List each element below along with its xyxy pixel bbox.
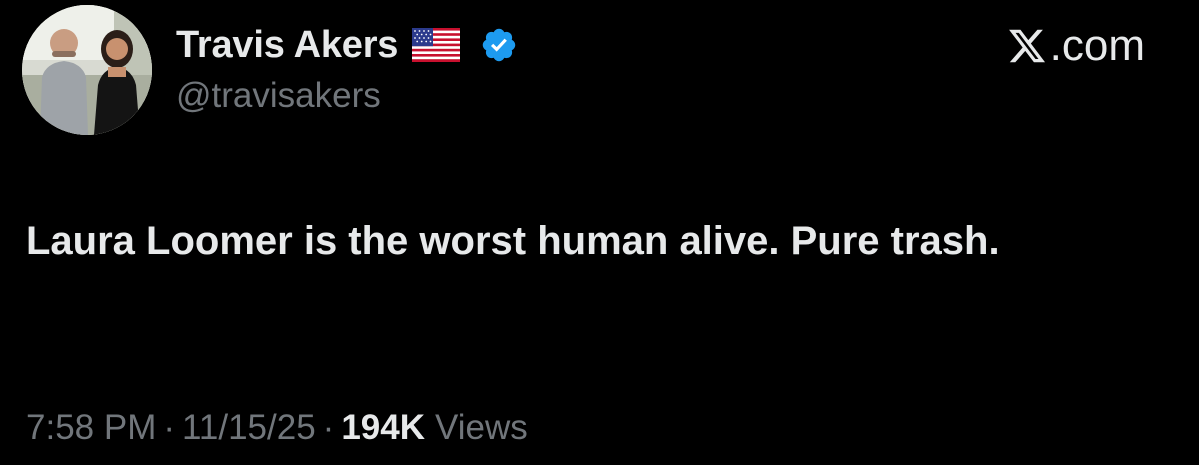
site-domain-suffix: .com [1049, 21, 1145, 70]
meta-separator: · [322, 408, 335, 447]
site-watermark: .com [1007, 18, 1145, 74]
meta-separator: · [163, 408, 176, 447]
us-flag-icon [412, 28, 461, 62]
author-display-name[interactable]: Travis Akers [176, 24, 398, 67]
tweet-time[interactable]: 7:58 PM [26, 408, 156, 448]
tweet-date[interactable]: 11/15/25 [182, 408, 316, 448]
author-handle[interactable]: @travisakers [176, 76, 381, 116]
avatar[interactable] [22, 5, 152, 135]
x-logo-icon [1007, 26, 1047, 66]
views-label[interactable]: Views [435, 408, 528, 448]
avatar-photo [22, 5, 152, 135]
verified-badge-icon[interactable] [480, 26, 518, 64]
tweet-meta: 7:58 PM · 11/15/25 · 194K Views [26, 408, 528, 448]
views-count[interactable]: 194K [341, 408, 425, 448]
author-name-row[interactable]: Travis Akers [176, 18, 518, 72]
tweet-text: Laura Loomer is the worst human alive. P… [26, 219, 1000, 263]
tweet-card: Travis Akers @travisakers .com Laura Loo… [0, 0, 1199, 465]
